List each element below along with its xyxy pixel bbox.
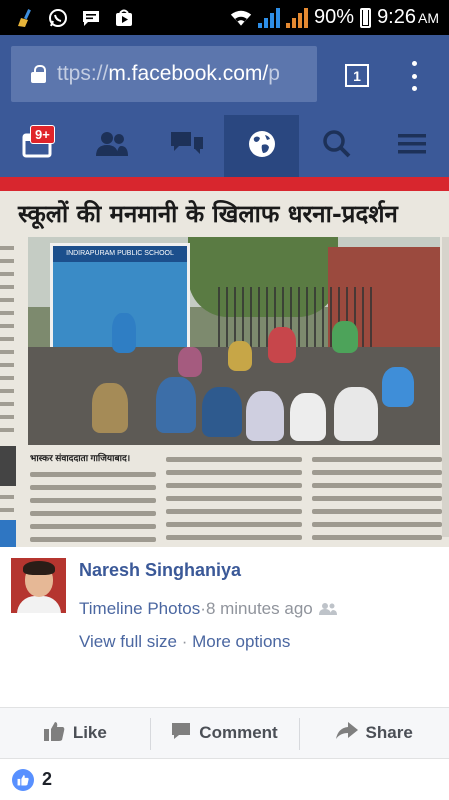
- newspaper-headline: स्कूलों की मनमानी के खिलाफ धरना-प्रदर्शन: [18, 199, 398, 228]
- url-scheme: ttps://: [57, 62, 109, 85]
- thumbs-up-icon: [43, 720, 65, 747]
- browser-toolbar: ttps://m.facebook.com/p 1: [0, 35, 449, 115]
- battery-icon: [360, 7, 372, 28]
- play-store-icon: [113, 8, 135, 28]
- tab-switcher-button[interactable]: 1: [345, 64, 369, 87]
- url-host: m.facebook.com/: [108, 62, 269, 85]
- post-author[interactable]: Naresh Singhaniya: [79, 560, 241, 581]
- browser-menu-icon[interactable]: [404, 61, 424, 91]
- newspaper-header-strip: [0, 177, 449, 191]
- clock: 9:26 AM: [377, 6, 439, 28]
- view-full-size-link[interactable]: View full size: [79, 632, 177, 651]
- article-byline: भास्कर संवाददाता गाजियाबाद।: [30, 453, 131, 463]
- avatar[interactable]: [11, 558, 66, 613]
- comment-button[interactable]: Comment: [149, 708, 300, 758]
- menu-icon: [397, 132, 427, 161]
- nav-menu[interactable]: [374, 115, 449, 177]
- like-label: Like: [72, 723, 107, 742]
- comment-icon: [171, 721, 191, 746]
- share-button[interactable]: Share: [299, 708, 449, 758]
- nav-news-feed[interactable]: 9+: [0, 115, 75, 177]
- wifi-icon: [230, 8, 252, 28]
- signal-2-icon: [286, 7, 309, 28]
- messages-icon: [169, 130, 205, 163]
- nav-notifications[interactable]: [224, 115, 300, 177]
- more-options-link[interactable]: More options: [192, 632, 290, 651]
- nav-friends[interactable]: [75, 115, 150, 177]
- post-action-bar: Like Comment Share: [0, 707, 449, 759]
- album-link[interactable]: Timeline Photos: [79, 599, 200, 619]
- url-path: p: [268, 62, 280, 85]
- nav-messages[interactable]: [150, 115, 225, 177]
- audience-friends-icon: [318, 602, 337, 616]
- search-icon: [322, 129, 352, 164]
- lock-icon: [31, 65, 47, 83]
- broom-icon: [14, 8, 36, 28]
- signal-icon: [258, 7, 281, 28]
- reactions-summary[interactable]: 2: [0, 759, 449, 800]
- protest-photo: INDIRAPURAM PUBLIC SCHOOL: [28, 237, 440, 445]
- like-reaction-icon: [12, 768, 34, 791]
- status-bar: 90% 9:26 AM: [0, 0, 449, 35]
- left-column-text: [0, 237, 16, 547]
- post-photo[interactable]: स्कूलों की मनमानी के खिलाफ धरना-प्रदर्शन…: [0, 177, 449, 547]
- nav-search[interactable]: [299, 115, 374, 177]
- like-button[interactable]: Like: [0, 708, 150, 758]
- globe-icon: [247, 129, 277, 164]
- notifications-badge: 9+: [30, 125, 55, 144]
- url-field[interactable]: ttps://m.facebook.com/p: [11, 46, 317, 102]
- post-card: Naresh Singhaniya Timeline Photos · 8 mi…: [0, 547, 449, 707]
- post-timestamp[interactable]: 8 minutes ago: [206, 599, 313, 619]
- links-separator: ·: [181, 632, 193, 651]
- reaction-count: 2: [42, 769, 53, 789]
- comment-label: Comment: [199, 723, 278, 742]
- photo-links: View full size · More options: [79, 632, 290, 652]
- share-label: Share: [365, 723, 413, 742]
- post-meta: Timeline Photos · 8 minutes ago: [79, 599, 337, 619]
- share-icon: [335, 721, 358, 745]
- article-columns: भास्कर संवाददाता गाजियाबाद।: [18, 449, 448, 547]
- battery-percent: 90%: [314, 6, 355, 28]
- whatsapp-icon: [47, 8, 69, 28]
- friends-icon: [94, 130, 130, 163]
- message-icon: [80, 8, 102, 28]
- facebook-nav: 9+: [0, 115, 449, 177]
